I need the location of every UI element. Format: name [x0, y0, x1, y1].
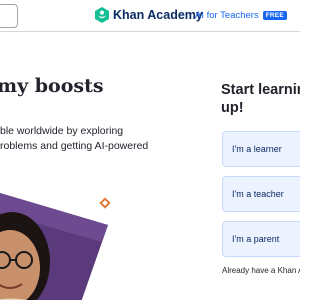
page: Khan Academy AI for Teachers FREE my boo…: [0, 0, 300, 300]
signup-heading-line: Start learning: [221, 82, 300, 98]
login-prompt[interactable]: Already have a Khan A: [222, 266, 300, 275]
hero-description-line: roblems and getting AI-powered: [0, 140, 149, 152]
top-navbar: Khan Academy AI for Teachers FREE: [0, 0, 300, 32]
signup-heading-line: up!: [221, 100, 244, 116]
ai-for-teachers-link[interactable]: AI for Teachers FREE: [195, 9, 287, 21]
signup-heading: Start learning up!: [221, 81, 300, 117]
khan-academy-logo-icon: [95, 7, 109, 23]
hero-description-line: ble worldwide by exploring: [0, 125, 124, 137]
hero-student-photo: [0, 192, 108, 300]
free-badge: FREE: [262, 10, 287, 20]
search-icon[interactable]: [0, 4, 18, 28]
hero-description: ble worldwide by exploring roblems and g…: [0, 124, 200, 154]
teacher-button[interactable]: I'm a teacher: [222, 176, 300, 212]
parent-button[interactable]: I'm a parent: [222, 221, 300, 257]
hero-heading: my boosts: [0, 75, 104, 97]
learner-button[interactable]: I'm a learner: [222, 131, 300, 167]
khan-academy-home-link[interactable]: Khan Academy: [95, 6, 203, 24]
brand-name: Khan Academy: [113, 8, 203, 22]
ai-for-teachers-label: AI for Teachers: [195, 9, 259, 21]
